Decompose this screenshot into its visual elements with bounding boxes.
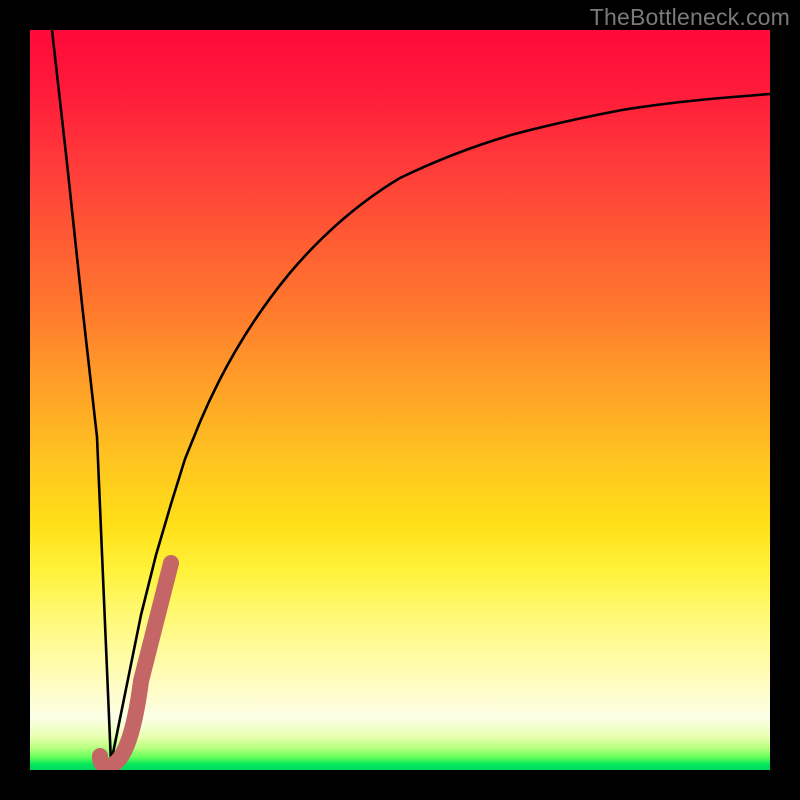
plot-area xyxy=(30,30,770,770)
chart-frame: TheBottleneck.com xyxy=(0,0,800,800)
curve-layer xyxy=(30,30,770,770)
watermark-text: TheBottleneck.com xyxy=(590,4,790,31)
bottleneck-curve xyxy=(52,30,770,763)
